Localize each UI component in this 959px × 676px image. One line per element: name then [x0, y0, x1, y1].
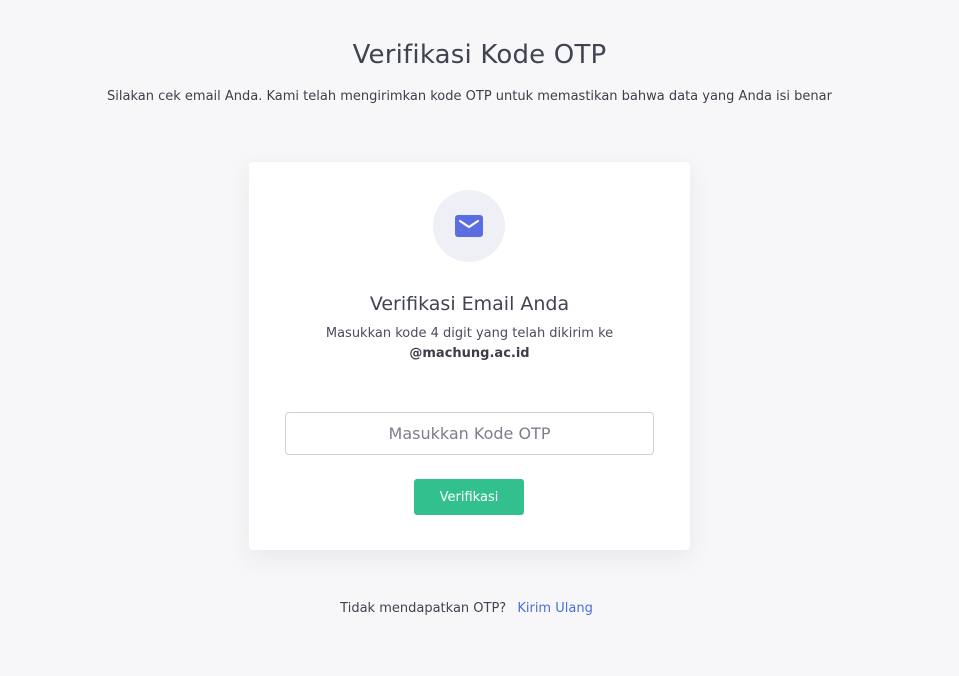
- resend-footer: Tidak mendapatkan OTP? Kirim Ulang: [0, 601, 933, 616]
- verify-button[interactable]: Verifikasi: [414, 479, 524, 515]
- resend-question: Tidak mendapatkan OTP?: [340, 601, 507, 616]
- card-description: Masukkan kode 4 digit yang telah dikirim…: [325, 326, 614, 341]
- mail-icon: [455, 215, 483, 237]
- resend-link[interactable]: Kirim Ulang: [517, 601, 592, 616]
- otp-input[interactable]: [285, 412, 654, 455]
- recipient-email: @machung.ac.id: [409, 346, 530, 361]
- page-subtitle: Silakan cek email Anda. Kami telah mengi…: [107, 89, 832, 104]
- otp-verification-page: Verifikasi Kode OTP Silakan cek email An…: [0, 0, 959, 676]
- card-title: Verifikasi Email Anda: [369, 293, 570, 315]
- page-title: Verifikasi Kode OTP: [352, 40, 607, 70]
- mail-icon-circle: [433, 190, 505, 262]
- verification-card: Verifikasi Email Anda Masukkan kode 4 di…: [249, 162, 690, 550]
